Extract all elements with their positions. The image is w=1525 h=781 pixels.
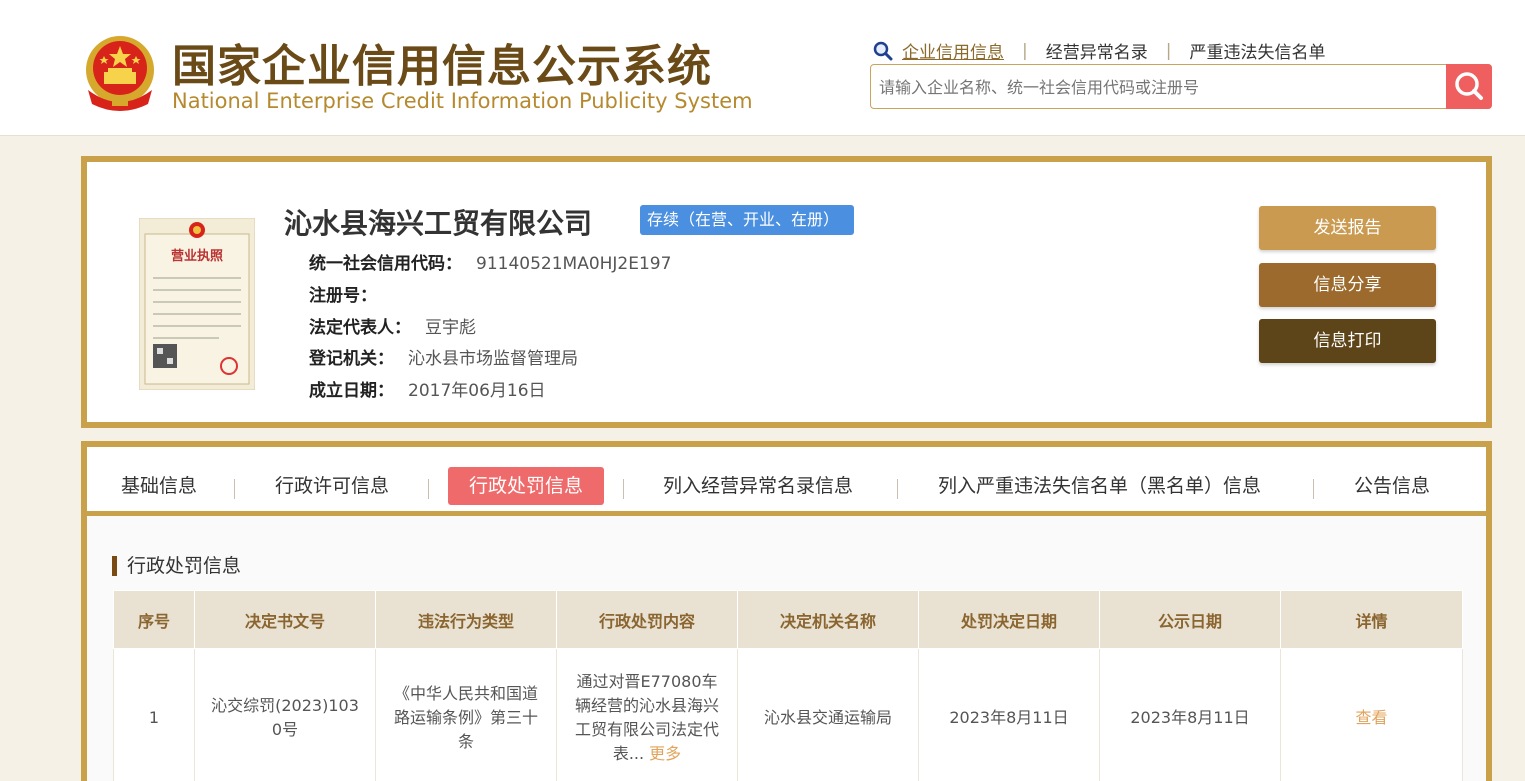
business-license-icon: 营业执照 (139, 218, 255, 390)
credit-code-row: 统一社会信用代码： 91140521MA0HJ2E197 (309, 249, 671, 274)
reg-no-row: 注册号： (309, 281, 391, 306)
section-title: 行政处罚信息 (112, 556, 241, 576)
cell-penalty-content: 通过对晋E77080车辆经营的沁水县海兴工贸有限公司法定代表... 更多 (556, 648, 738, 781)
cell-violation-type: 《中华人民共和国道路运输条例》第三十条 (375, 648, 557, 781)
col-decision-date: 处罚决定日期 (918, 590, 1100, 649)
more-link[interactable]: 更多 (649, 744, 681, 763)
col-publish-date: 公示日期 (1099, 590, 1281, 649)
tab-basic-info[interactable]: 基础信息 (121, 467, 197, 505)
header-nav: 企业信用信息 | 经营异常名录 | 严重违法失信名单 (872, 38, 1325, 63)
penalty-table: 序号 决定书文号 违法行为类型 行政处罚内容 决定机关名称 处罚决定日期 公示日… (113, 590, 1463, 781)
view-detail-link[interactable]: 查看 (1355, 708, 1387, 727)
reg-authority-value: 沁水县市场监督管理局 (408, 349, 578, 369)
tab-admin-license[interactable]: 行政许可信息 (275, 467, 389, 505)
tab-separator (897, 479, 898, 499)
company-card: 营业执照 沁水县海兴工贸有限公司 存续（在营、开业、在册） 统一社会信用代码： 9… (81, 156, 1492, 428)
send-report-button[interactable]: 发送报告 (1259, 206, 1436, 250)
nav-serious-violation-link[interactable]: 严重违法失信名单 (1189, 38, 1325, 63)
nav-abnormal-list-link[interactable]: 经营异常名录 (1046, 38, 1148, 63)
nav-separator: | (1022, 40, 1028, 61)
cell-authority: 沁水县交通运输局 (737, 648, 919, 781)
est-date-row: 成立日期： 2017年06月16日 (309, 376, 546, 401)
svg-text:营业执照: 营业执照 (171, 248, 223, 264)
info-tabs: 基础信息 行政许可信息 行政处罚信息 列入经营异常名录信息 列入严重违法失信名单… (87, 447, 1486, 516)
col-detail: 详情 (1280, 590, 1463, 649)
nav-credit-info-link[interactable]: 企业信用信息 (902, 38, 1004, 63)
tab-separator (428, 479, 429, 499)
share-info-button[interactable]: 信息分享 (1259, 263, 1436, 307)
table-row: 1 沁交综罚(2023)1030号 《中华人民共和国道路运输条例》第三十条 通过… (113, 648, 1463, 781)
site-title-cn: 国家企业信用信息公示系统 (172, 41, 712, 92)
legal-rep-value: 豆宇彪 (425, 318, 476, 338)
est-date-label: 成立日期： (309, 381, 394, 401)
search-button[interactable] (1446, 64, 1492, 109)
credit-code-label: 统一社会信用代码： (309, 254, 462, 274)
est-date-value: 2017年06月16日 (408, 381, 546, 401)
info-panel: 基础信息 行政许可信息 行政处罚信息 列入经营异常名录信息 列入严重违法失信名单… (81, 441, 1492, 781)
site-header: 国家企业信用信息公示系统 National Enterprise Credit … (0, 0, 1525, 136)
cell-publish-date: 2023年8月11日 (1099, 648, 1281, 781)
status-badge: 存续（在营、开业、在册） (640, 205, 855, 235)
tab-separator (1313, 479, 1314, 499)
cell-index: 1 (113, 648, 195, 781)
tab-separator (623, 479, 624, 499)
cell-detail: 查看 (1280, 648, 1463, 781)
reg-authority-label: 登记机关： (309, 349, 394, 369)
legal-rep-row: 法定代表人： 豆宇彪 (309, 313, 476, 338)
cell-doc-no: 沁交综罚(2023)1030号 (194, 648, 376, 781)
search-box (870, 64, 1492, 109)
search-icon (1455, 72, 1483, 100)
search-input[interactable] (879, 73, 1439, 101)
penalty-content-text: 通过对晋E77080车辆经营的沁水县海兴工贸有限公司法定代表... (574, 671, 719, 763)
col-doc-no: 决定书文号 (194, 590, 376, 649)
tab-blacklist[interactable]: 列入严重违法失信名单（黑名单）信息 (938, 467, 1261, 505)
tab-admin-penalty[interactable]: 行政处罚信息 (448, 467, 605, 505)
table-header-row: 序号 决定书文号 违法行为类型 行政处罚内容 决定机关名称 处罚决定日期 公示日… (113, 590, 1463, 649)
print-info-button[interactable]: 信息打印 (1259, 319, 1436, 363)
col-index: 序号 (113, 590, 195, 649)
col-violation-type: 违法行为类型 (375, 590, 557, 649)
tab-announcement[interactable]: 公告信息 (1354, 467, 1430, 505)
company-name: 沁水县海兴工贸有限公司 (284, 207, 593, 240)
credit-code-value: 91140521MA0HJ2E197 (476, 254, 672, 274)
nav-separator: | (1165, 40, 1172, 61)
site-title-en: National Enterprise Credit Information P… (172, 89, 753, 113)
tab-separator (234, 479, 235, 499)
reg-no-label: 注册号： (309, 286, 377, 306)
col-penalty-content: 行政处罚内容 (556, 590, 738, 649)
magnifier-icon (873, 41, 893, 60)
col-authority: 决定机关名称 (737, 590, 919, 649)
legal-rep-label: 法定代表人： (309, 318, 411, 338)
national-emblem-icon (86, 36, 154, 111)
tab-abnormal-list[interactable]: 列入经营异常名录信息 (663, 467, 853, 505)
cell-decision-date: 2023年8月11日 (918, 648, 1100, 781)
reg-authority-row: 登记机关： 沁水县市场监督管理局 (309, 344, 578, 369)
